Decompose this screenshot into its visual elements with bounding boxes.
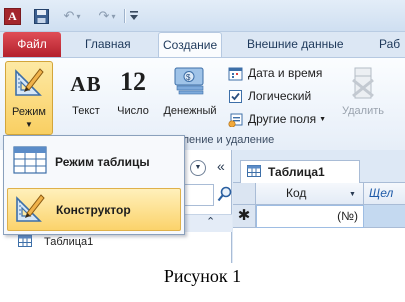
column-header-add[interactable]: Щел <box>364 183 405 205</box>
figure-caption: Рисунок 1 <box>163 266 242 286</box>
nav-item-label: Таблица1 <box>44 236 94 248</box>
menu-item-label: Режим таблицы <box>55 154 150 169</box>
design-view-icon <box>14 192 48 227</box>
tab-create[interactable]: Создание <box>158 32 223 58</box>
menu-item-datasheet-view[interactable]: Режим таблицы <box>7 140 181 183</box>
design-ruler-icon <box>12 65 46 102</box>
tab-table1[interactable]: Таблица1 <box>240 160 360 183</box>
table-icon <box>247 164 261 180</box>
boolean-field-label: Логический <box>248 89 312 103</box>
svg-text:$: $ <box>186 73 191 82</box>
select-all-cell[interactable] <box>233 183 256 205</box>
mode-button-label: Режим <box>12 106 46 118</box>
number-field-button[interactable]: 12 Число <box>112 63 154 117</box>
menu-item-label: Конструктор <box>56 202 131 217</box>
currency-field-button[interactable]: $ Денежный <box>157 63 223 117</box>
title-bar: A ↶ ▾ ↷ ▾ <box>0 0 405 32</box>
text-glyph: AB <box>70 72 102 96</box>
nav-group-header[interactable]: ⌃ <box>184 214 232 232</box>
search-input[interactable] <box>184 184 214 206</box>
tab-home[interactable]: Главная <box>83 32 133 57</box>
delete-field-icon <box>349 66 377 103</box>
number-field-label: Число <box>117 105 149 117</box>
more-fields-button[interactable]: Другие поля ▼ <box>228 110 326 129</box>
tab-database-tools[interactable]: Раб <box>377 32 402 57</box>
nav-item-table1[interactable]: Таблица1 <box>18 234 93 250</box>
toolbar-separator <box>124 9 126 23</box>
datetime-field-label: Дата и время <box>248 66 323 80</box>
calendar-icon <box>228 66 243 81</box>
chevron-down-icon: ▼ <box>319 116 327 123</box>
customize-icon[interactable] <box>128 8 140 24</box>
cell-kod-new[interactable]: (№) <box>256 205 364 228</box>
view-mode-menu: Режим таблицы Конструктор <box>3 135 185 235</box>
nav-menu-dropdown-icon[interactable]: ▼ <box>190 160 206 176</box>
document-tab-label: Таблица1 <box>268 165 325 179</box>
chevron-down-icon[interactable]: ▼ <box>349 191 356 198</box>
checkbox-icon <box>228 89 243 104</box>
delete-field-button[interactable]: Удалить <box>338 63 388 117</box>
currency-field-label: Денежный <box>163 105 217 117</box>
cell-add-new[interactable] <box>364 205 405 228</box>
redo-icon[interactable]: ↷ ▾ <box>92 8 122 24</box>
boolean-field-button[interactable]: Логический <box>228 87 311 106</box>
menu-item-design-view[interactable]: Конструктор <box>7 188 181 231</box>
search-icon[interactable] <box>217 186 232 203</box>
datasheet-view-icon <box>13 145 47 178</box>
undo-icon[interactable]: ↶ ▾ <box>57 8 87 24</box>
chevron-down-icon: ▼ <box>25 120 33 129</box>
ribbon-group-label: вление и удаление <box>177 134 275 146</box>
save-icon[interactable] <box>33 8 49 24</box>
more-fields-label: Другие поля <box>248 112 317 126</box>
text-field-button[interactable]: AB Текст <box>65 63 107 117</box>
ribbon-tabs: Файл Главная Создание Внешние данные Раб <box>0 32 405 58</box>
new-row-selector[interactable]: ✱ <box>233 205 256 228</box>
tab-external-data[interactable]: Внешние данные <box>245 32 346 57</box>
delete-field-label: Удалить <box>342 105 384 117</box>
table-icon <box>18 234 32 250</box>
tab-file[interactable]: Файл <box>3 32 61 57</box>
access-window: A ↶ ▾ ↷ ▾ Файл Главная Создание Внешние … <box>0 0 405 263</box>
column-header-kod[interactable]: Код <box>256 183 364 205</box>
access-app-icon[interactable]: A <box>4 8 21 25</box>
number-glyph: 12 <box>120 67 146 96</box>
more-fields-icon <box>228 112 243 127</box>
mode-button[interactable]: Режим ▼ <box>5 61 53 135</box>
chevron-up-icon: ⌃ <box>206 216 216 228</box>
nav-search <box>184 184 232 206</box>
collapse-pane-icon[interactable]: « <box>217 158 225 174</box>
text-field-label: Текст <box>72 105 100 117</box>
datetime-field-button[interactable]: Дата и время <box>228 64 322 83</box>
money-icon: $ <box>173 66 207 99</box>
